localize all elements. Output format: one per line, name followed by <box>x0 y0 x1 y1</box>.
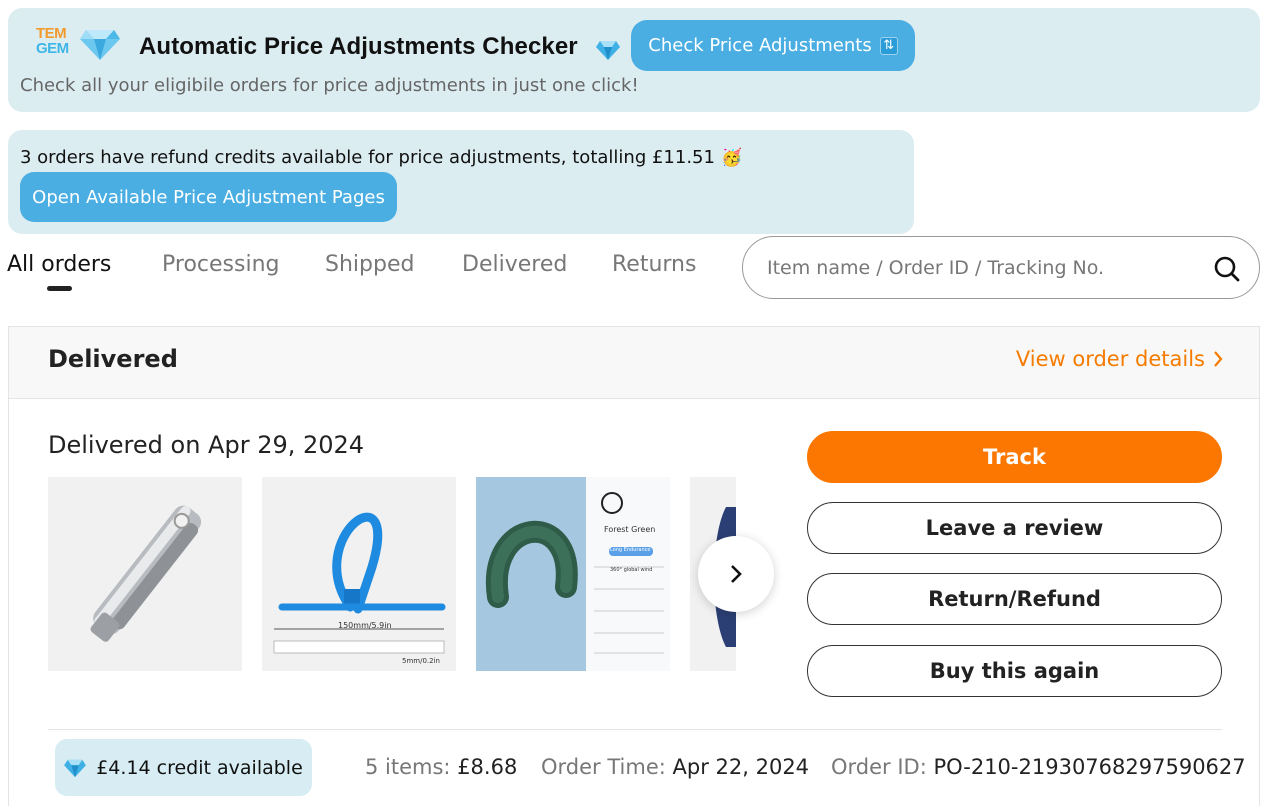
tab-shipped[interactable]: Shipped <box>325 252 414 277</box>
temgem-logo: TEM GEM <box>36 24 128 74</box>
credit-available-badge: £4.14 credit available <box>55 739 312 796</box>
refund-message: 3 orders have refund credits available f… <box>20 147 715 168</box>
item-thumbnails: 150mm/5.9in 5mm/0.2in Forest Green Long … <box>48 477 736 671</box>
party-face-icon: 🥳 <box>720 148 743 168</box>
track-button[interactable]: Track <box>807 431 1222 483</box>
logo-text-line1: TEM <box>36 25 67 42</box>
chevron-right-icon <box>1214 351 1223 367</box>
item-thumbnail-nail-clipper[interactable] <box>48 477 242 671</box>
neck-fan-color-label: Forest Green <box>604 525 656 534</box>
logo-text-line2: GEM <box>36 40 69 57</box>
diamond-icon <box>596 41 620 60</box>
credit-available-text: £4.14 credit available <box>96 756 303 779</box>
order-status: Delivered <box>48 345 178 373</box>
tab-delivered[interactable]: Delivered <box>462 252 567 277</box>
delivery-date: Delivered on Apr 29, 2024 <box>48 431 365 459</box>
leave-review-button[interactable]: Leave a review <box>807 502 1222 554</box>
card-divider <box>48 729 1222 730</box>
item-thumbnail-neck-fan[interactable]: Forest Green Long Endurance 360° global … <box>476 477 670 671</box>
cable-tie-length-label: 150mm/5.9in <box>338 621 392 630</box>
items-count-label: 5 items: <box>365 755 451 779</box>
view-order-details-link[interactable]: View order details <box>1016 347 1223 371</box>
order-time: Order Time: Apr 22, 2024 <box>541 755 809 779</box>
neck-fan-feature: 360° global wind <box>610 567 653 573</box>
check-price-adjustments-label: Check Price Adjustments <box>648 35 872 56</box>
tab-all-orders[interactable]: All orders <box>7 252 111 277</box>
active-tab-indicator <box>47 286 72 291</box>
extension-subtitle: Check all your eligibile orders for pric… <box>20 75 639 96</box>
order-time-value: Apr 22, 2024 <box>672 755 810 779</box>
refund-banner: 3 orders have refund credits available f… <box>8 130 914 234</box>
cable-tie-width-label: 5mm/0.2in <box>402 657 440 665</box>
items-total: £8.68 <box>457 755 518 779</box>
search-icon[interactable] <box>1213 255 1241 283</box>
order-search-box <box>742 236 1260 299</box>
refund-message-row: 3 orders have refund credits available f… <box>20 147 742 168</box>
carousel-next-button[interactable] <box>698 536 774 612</box>
check-price-adjustments-button[interactable]: Check Price Adjustments ⇅ <box>631 20 915 71</box>
gem-icon <box>80 30 120 60</box>
order-card: Delivered View order details Delivered o… <box>8 326 1260 806</box>
tab-processing[interactable]: Processing <box>162 252 279 277</box>
extension-title: Automatic Price Adjustments Checker <box>139 33 578 60</box>
order-id-value: PO-210-21930768297590627 <box>933 755 1246 779</box>
extension-banner: TEM GEM Automatic Price Adjustments Chec… <box>8 8 1260 112</box>
chevron-right-icon <box>731 565 742 583</box>
buy-again-button[interactable]: Buy this again <box>807 645 1222 697</box>
open-price-adjustment-pages-button[interactable]: Open Available Price Adjustment Pages <box>20 172 397 222</box>
order-id: Order ID: PO-210-21930768297590627 <box>831 755 1246 779</box>
tab-returns[interactable]: Returns <box>612 252 696 277</box>
order-time-label: Order Time: <box>541 755 666 779</box>
neck-fan-badge: Long Endurance <box>610 547 651 553</box>
diamond-icon <box>64 759 87 777</box>
order-items-summary: 5 items: £8.68 <box>365 755 517 779</box>
return-refund-button[interactable]: Return/Refund <box>807 573 1222 625</box>
order-id-label: Order ID: <box>831 755 927 779</box>
order-search-input[interactable] <box>767 251 1187 285</box>
item-thumbnail-cable-tie[interactable]: 150mm/5.9in 5mm/0.2in <box>262 477 456 671</box>
order-card-header: Delivered View order details <box>9 327 1259 399</box>
view-order-details-label: View order details <box>1015 347 1205 371</box>
refresh-icon: ⇅ <box>879 36 898 55</box>
